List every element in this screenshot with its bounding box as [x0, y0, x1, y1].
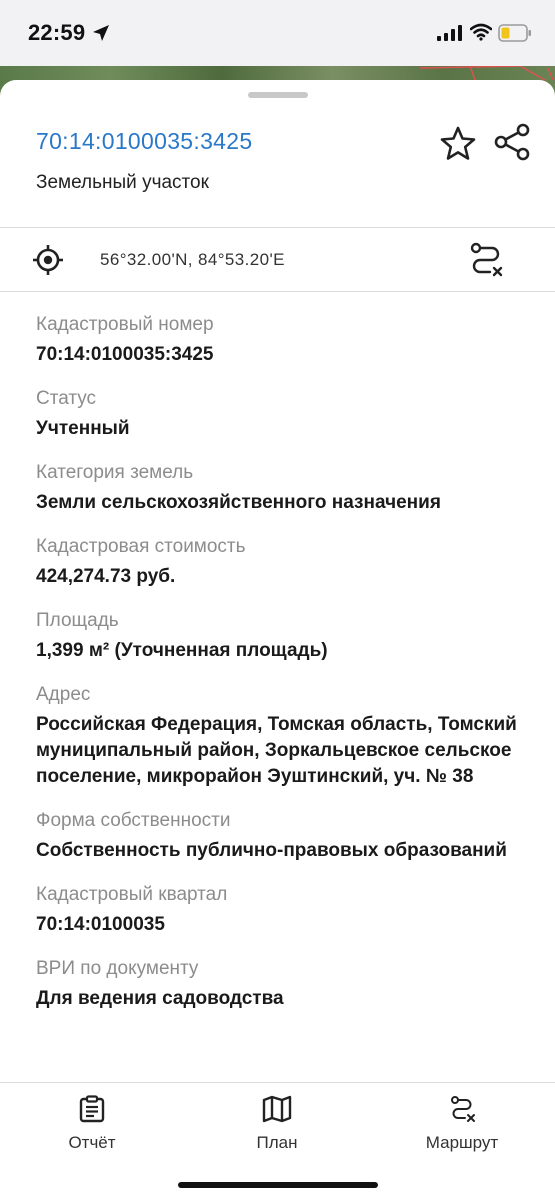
cellular-signal-icon	[437, 25, 462, 41]
battery-icon	[498, 24, 531, 42]
field-label: Форма собственности	[36, 810, 231, 831]
field-label: Категория земель	[36, 462, 194, 483]
field-value: Учтенный	[36, 418, 130, 439]
field-area: Площадь 1,399 м² (Уточненная площадь)	[36, 608, 536, 664]
share-icon	[494, 123, 530, 161]
favorite-button[interactable]	[438, 124, 478, 164]
map-icon	[262, 1095, 292, 1123]
share-button[interactable]	[492, 122, 532, 162]
object-info-sheet: 70:14:0100035:3425 Земельный участок 56°…	[0, 80, 555, 1200]
field-value: Собственность публично-правовых образова…	[36, 840, 507, 861]
field-label: Кадастровый номер	[36, 314, 214, 335]
field-cadastral-value: Кадастровая стоимость 424,274.73 руб.	[36, 534, 536, 590]
field-value: 70:14:0100035	[36, 914, 165, 935]
field-land-category: Категория земель Земли сельскохозяйствен…	[36, 460, 536, 516]
clipboard-icon	[79, 1095, 105, 1123]
sheet-drag-handle[interactable]	[248, 92, 308, 98]
field-label: Площадь	[36, 610, 119, 631]
field-value: 424,274.73 руб.	[36, 566, 176, 587]
tab-report[interactable]: Отчёт	[22, 1095, 162, 1159]
wifi-icon	[470, 23, 492, 41]
target-icon	[33, 245, 63, 275]
field-label: Кадастровая стоимость	[36, 536, 246, 557]
coordinates-row: 56°32.00'N, 84°53.20'E	[0, 228, 555, 292]
field-value: 70:14:0100035:3425	[36, 344, 214, 365]
cadastral-id-link[interactable]: 70:14:0100035:3425	[36, 128, 252, 155]
coordinates-text[interactable]: 56°32.00'N, 84°53.20'E	[100, 250, 285, 270]
home-indicator[interactable]	[178, 1182, 378, 1188]
star-icon	[440, 126, 476, 160]
tab-plan[interactable]: План	[207, 1095, 347, 1159]
tab-label: План	[256, 1133, 298, 1152]
location-arrow-icon	[93, 25, 109, 41]
field-ownership-form: Форма собственности Собственность публич…	[36, 808, 536, 864]
tab-label: Маршрут	[425, 1133, 499, 1152]
divider	[0, 291, 555, 292]
route-icon	[451, 1096, 475, 1122]
field-value: Российская Федерация, Томская область, Т…	[36, 714, 517, 787]
tab-route[interactable]: Маршрут	[392, 1095, 532, 1159]
tab-label: Отчёт	[68, 1133, 116, 1152]
status-bar: 22:59	[0, 0, 555, 66]
locate-button[interactable]	[32, 244, 64, 276]
field-label: Статус	[36, 388, 97, 409]
field-address: Адрес Российская Федерация, Томская обла…	[36, 682, 536, 790]
field-label: Кадастровый квартал	[36, 884, 228, 905]
status-time: 22:59	[28, 20, 86, 45]
field-value: 1,399 м² (Уточненная площадь)	[36, 640, 328, 661]
field-cadastral-quarter: Кадастровый квартал 70:14:0100035	[36, 882, 536, 938]
field-value: Для ведения садоводства	[36, 988, 284, 1009]
route-button[interactable]	[466, 240, 506, 280]
route-icon	[470, 242, 503, 277]
field-status: Статус Учтенный	[36, 386, 536, 442]
property-fields: Кадастровый номер 70:14:0100035:3425 Ста…	[36, 312, 536, 1030]
field-value: Земли сельскохозяйственного назначения	[36, 492, 441, 513]
field-label: Адрес	[36, 684, 91, 705]
field-permitted-use: ВРИ по документу Для ведения садоводства	[36, 956, 536, 1012]
field-cadastral-number: Кадастровый номер 70:14:0100035:3425	[36, 312, 536, 368]
object-type-label: Земельный участок	[36, 172, 209, 193]
field-label: ВРИ по документу	[36, 958, 199, 979]
